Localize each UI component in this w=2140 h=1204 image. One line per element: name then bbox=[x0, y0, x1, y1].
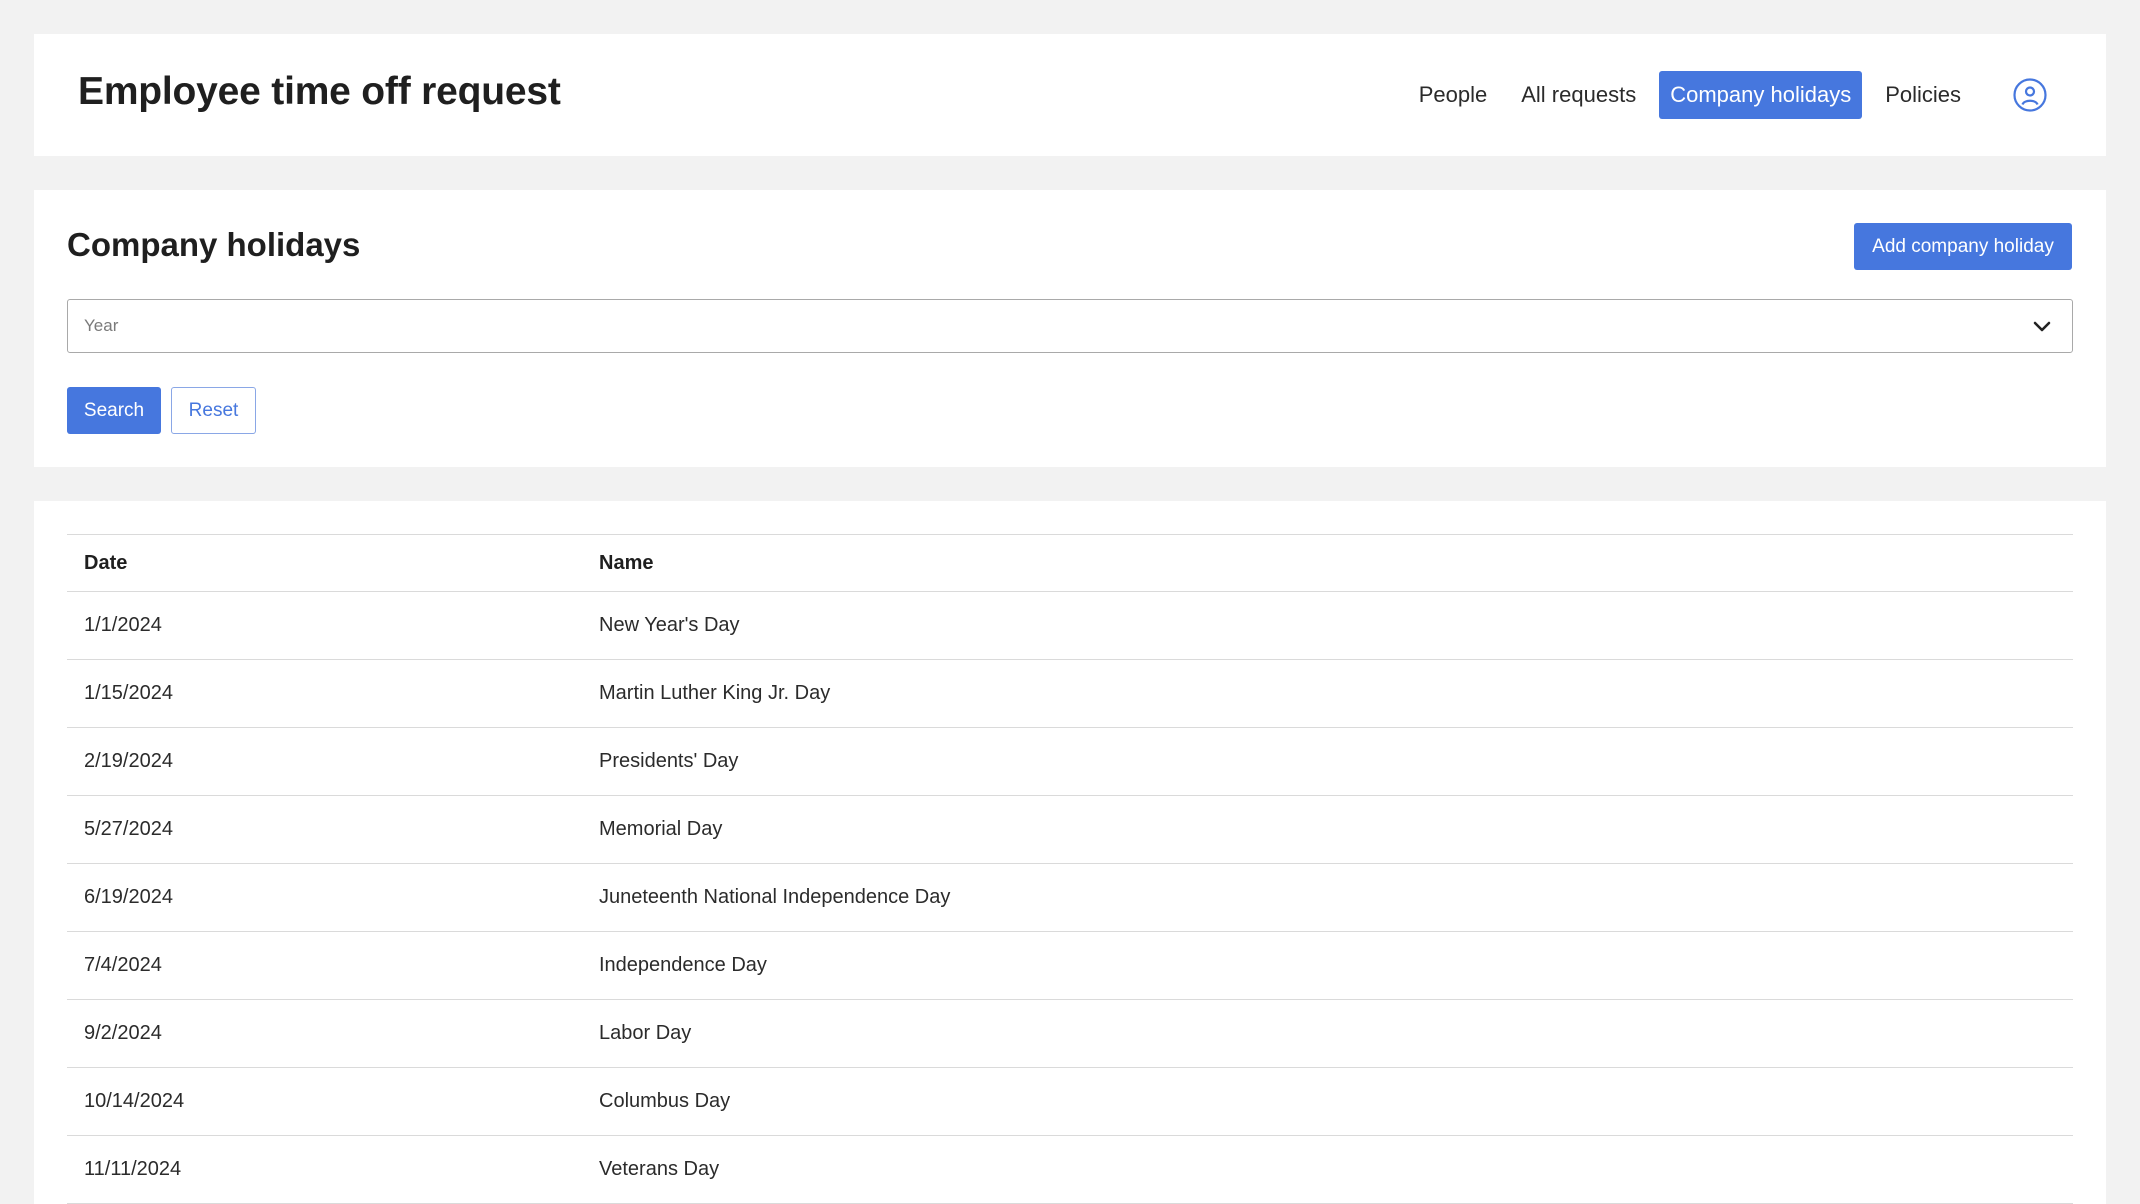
nav-all-requests[interactable]: All requests bbox=[1510, 71, 1647, 119]
reset-button[interactable]: Reset bbox=[171, 387, 256, 434]
nav-company-holidays[interactable]: Company holidays bbox=[1659, 71, 1863, 119]
holiday-name: New Year's Day bbox=[582, 591, 2073, 660]
filter-panel: Company holidays Add company holiday Yea… bbox=[34, 190, 2106, 467]
holiday-name: Martin Luther King Jr. Day bbox=[582, 659, 2073, 728]
holiday-date: 6/19/2024 bbox=[67, 863, 582, 932]
holiday-date: 7/4/2024 bbox=[67, 931, 582, 1000]
user-circle-icon[interactable] bbox=[2012, 77, 2048, 113]
add-company-holiday-button[interactable]: Add company holiday bbox=[1854, 223, 2072, 270]
holiday-name: Columbus Day bbox=[582, 1067, 2073, 1136]
table-row[interactable]: 5/27/2024 Memorial Day bbox=[67, 795, 2073, 864]
column-header-name[interactable]: Name bbox=[582, 534, 2073, 592]
holiday-date: 1/15/2024 bbox=[67, 659, 582, 728]
holiday-name: Independence Day bbox=[582, 931, 2073, 1000]
section-title: Company holidays bbox=[67, 226, 361, 263]
year-select[interactable]: Year bbox=[67, 299, 2073, 353]
holiday-name: Presidents' Day bbox=[582, 727, 2073, 796]
table-row[interactable]: 7/4/2024 Independence Day bbox=[67, 931, 2073, 1000]
table-row[interactable]: 11/11/2024 Veterans Day bbox=[67, 1135, 2073, 1204]
holiday-name: Veterans Day bbox=[582, 1135, 2073, 1204]
holiday-date: 11/11/2024 bbox=[67, 1135, 582, 1204]
top-bar: Employee time off request People All req… bbox=[34, 34, 2106, 156]
table-row[interactable]: 2/19/2024 Presidents' Day bbox=[67, 727, 2073, 796]
table-row[interactable]: 9/2/2024 Labor Day bbox=[67, 999, 2073, 1068]
table-row[interactable]: 6/19/2024 Juneteenth National Independen… bbox=[67, 863, 2073, 932]
nav-policies[interactable]: Policies bbox=[1874, 71, 1972, 119]
table-row[interactable]: 1/1/2024 New Year's Day bbox=[67, 591, 2073, 660]
table-row[interactable]: 10/14/2024 Columbus Day bbox=[67, 1067, 2073, 1136]
holiday-name: Labor Day bbox=[582, 999, 2073, 1068]
search-button[interactable]: Search bbox=[67, 387, 161, 434]
year-placeholder: Year bbox=[84, 316, 119, 335]
table-header-row: Date Name bbox=[67, 534, 2073, 592]
holiday-list-panel: Date Name 1/1/2024 New Year's Day 1/15/2… bbox=[34, 501, 2106, 1204]
holiday-date: 10/14/2024 bbox=[67, 1067, 582, 1136]
chevron-down-icon bbox=[2030, 314, 2054, 338]
table-row[interactable]: 1/15/2024 Martin Luther King Jr. Day bbox=[67, 659, 2073, 728]
holiday-date: 9/2/2024 bbox=[67, 999, 582, 1068]
main-nav: People All requests Company holidays Pol… bbox=[1396, 70, 2048, 120]
holiday-date: 5/27/2024 bbox=[67, 795, 582, 864]
column-header-date[interactable]: Date bbox=[67, 534, 582, 592]
holiday-date: 1/1/2024 bbox=[67, 591, 582, 660]
holiday-name: Memorial Day bbox=[582, 795, 2073, 864]
holiday-date: 2/19/2024 bbox=[67, 727, 582, 796]
app-title: Employee time off request bbox=[78, 70, 561, 113]
holiday-name: Juneteenth National Independence Day bbox=[582, 863, 2073, 932]
holiday-table: Date Name 1/1/2024 New Year's Day 1/15/2… bbox=[67, 534, 2073, 1204]
nav-people[interactable]: People bbox=[1408, 71, 1499, 119]
